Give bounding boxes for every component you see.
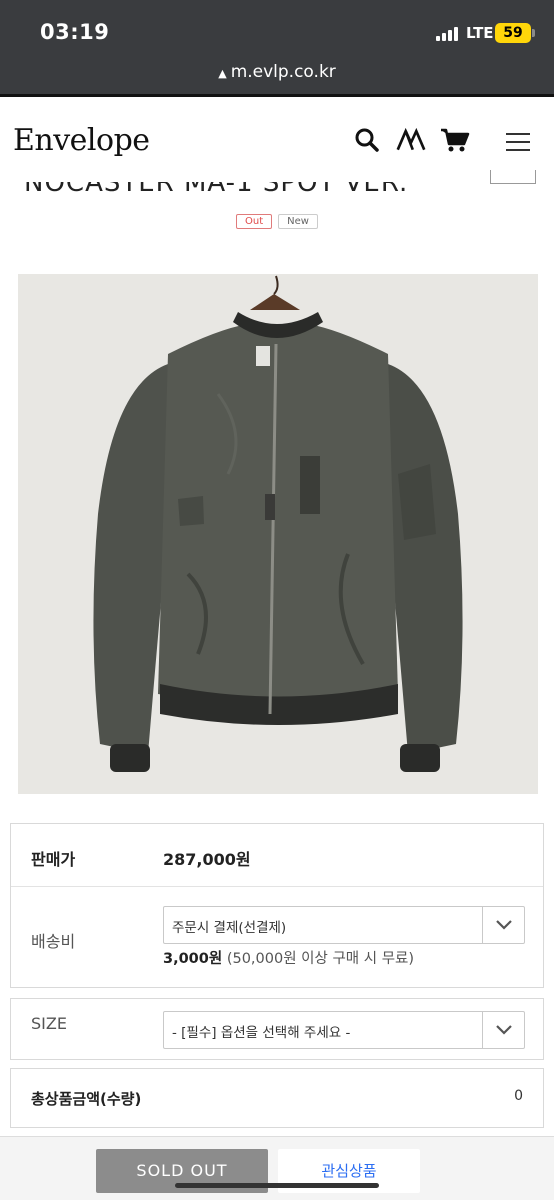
battery-icon: 59 — [495, 23, 535, 43]
price-section: 판매가 287,000원 배송비 주문시 결제(선결제) 3,000원 (50,… — [10, 823, 544, 988]
search-icon[interactable] — [352, 125, 382, 155]
size-label: SIZE — [31, 1014, 67, 1033]
shipping-fee: 3,000원 (50,000원 이상 구매 시 무료) — [163, 947, 414, 968]
brand-m-icon[interactable] — [396, 125, 426, 155]
product-image[interactable] — [18, 274, 538, 794]
status-bar: 03:19 LTE 59 ▲ m.evlp.co.kr — [0, 0, 554, 94]
bottom-action-bar: SOLD OUT 관심상품 — [0, 1136, 554, 1200]
badge-out: Out — [236, 214, 273, 229]
url-text: m.evlp.co.kr — [230, 62, 336, 82]
shipping-label: 배송비 — [31, 932, 76, 951]
size-section: SIZE - [필수] 옵션을 선택해 주세요 - — [10, 998, 544, 1060]
site-logo[interactable]: Envelope — [13, 123, 150, 158]
chevron-down-icon — [482, 1012, 524, 1048]
share-button[interactable] — [490, 170, 536, 184]
site-header: Envelope — [0, 94, 554, 182]
size-select[interactable]: - [필수] 옵션을 선택해 주세요 - — [163, 1011, 525, 1049]
hamburger-menu-icon[interactable] — [506, 133, 530, 157]
divider — [11, 886, 543, 887]
price-value: 287,000원 — [163, 850, 251, 869]
network-type: LTE — [466, 24, 494, 42]
shipping-fee-note: (50,000원 이상 구매 시 무료) — [226, 951, 415, 967]
total-value: 0 — [514, 1088, 523, 1104]
shipping-method-select[interactable]: 주문시 결제(선결제) — [163, 906, 525, 944]
shipping-fee-value: 3,000원 — [163, 951, 223, 967]
status-time: 03:19 — [40, 20, 110, 44]
badge-new: New — [278, 214, 318, 229]
shipping-method-value: 주문시 결제(선결제) — [172, 920, 287, 936]
price-label: 판매가 — [31, 850, 76, 869]
address-bar[interactable]: ▲ m.evlp.co.kr — [0, 62, 554, 82]
lock-icon: ▲ — [218, 67, 227, 80]
cart-icon[interactable] — [440, 125, 470, 155]
chevron-down-icon — [482, 907, 524, 943]
size-select-value: - [필수] 옵션을 선택해 주세요 - — [172, 1025, 351, 1041]
signal-icon — [436, 27, 458, 41]
product-badges: Out New — [0, 214, 554, 229]
total-label: 총상품금액(수량) — [31, 1090, 142, 1108]
home-indicator[interactable] — [175, 1183, 379, 1188]
battery-level: 59 — [503, 25, 523, 41]
total-section: 총상품금액(수량) 0 — [10, 1068, 544, 1128]
